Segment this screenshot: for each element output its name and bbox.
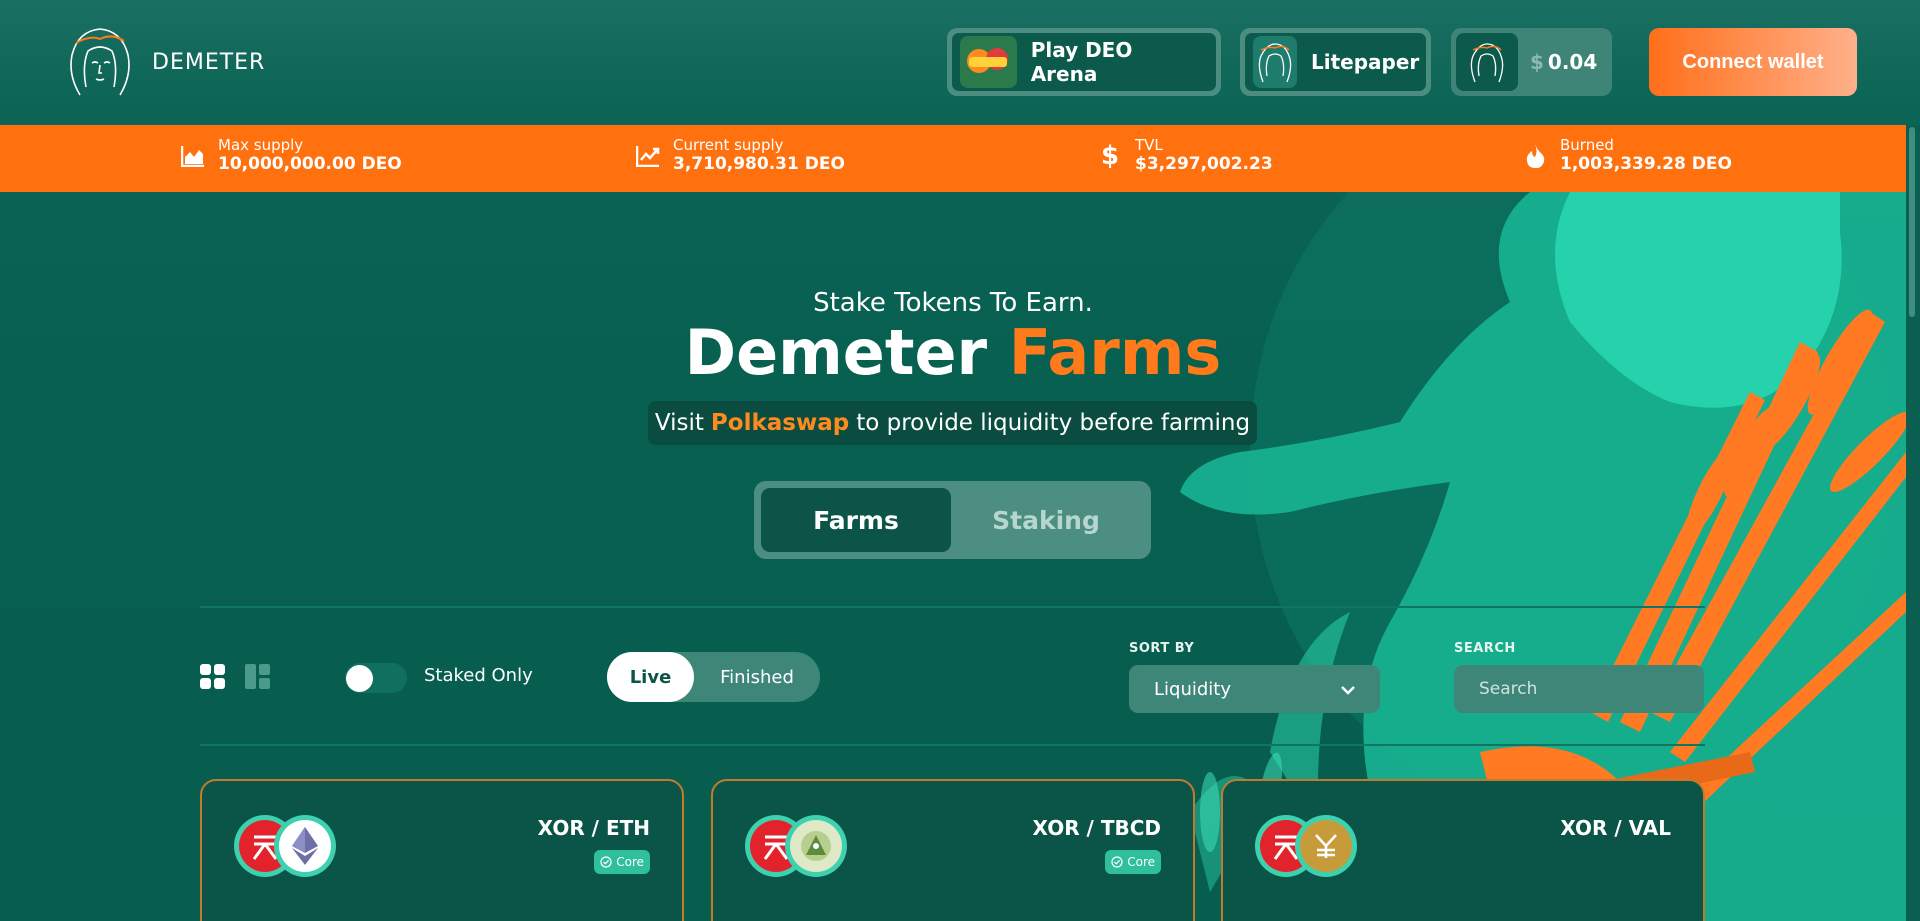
farms-staking-switcher: Farms Staking (754, 481, 1151, 559)
page-title: Demeter Farms (684, 316, 1222, 389)
litepaper-label: Litepaper (1311, 50, 1420, 74)
check-circle-icon (1111, 856, 1123, 868)
divider-bottom (200, 744, 1705, 746)
finished-button[interactable]: Finished (694, 667, 820, 688)
dollar-icon: $ (1100, 140, 1120, 171)
deo-price: $0.04 (1530, 50, 1598, 74)
stat-burned: Burned 1,003,339.28 DEO (1522, 137, 1732, 174)
stat-current-supply: Current supply 3,710,980.31 DEO (635, 137, 845, 174)
pair-name: XOR / ETH (537, 816, 650, 840)
deo-arena-icon (960, 36, 1017, 88)
core-badge: Core (594, 850, 650, 874)
core-badge: Core (1105, 850, 1161, 874)
sort-by-label: SORT BY (1129, 641, 1195, 656)
list-view-icon[interactable] (245, 664, 270, 693)
divider-top (200, 606, 1705, 608)
val-icon (1295, 815, 1357, 877)
farm-card[interactable]: XOR / ETH Core (200, 779, 684, 921)
litepaper-button[interactable]: Litepaper (1240, 28, 1431, 96)
hero-subtitle: Stake Tokens To Earn. (813, 288, 1093, 318)
sort-by-select[interactable]: Liquidity (1129, 665, 1380, 713)
check-circle-icon (600, 856, 612, 868)
token-pair-icons (1255, 815, 1357, 877)
demeter-face-icon (70, 28, 130, 96)
page-scrollbar[interactable] (1906, 125, 1920, 921)
pair-name: XOR / VAL (1560, 816, 1671, 840)
deo-token-icon (1456, 33, 1518, 91)
tab-staking[interactable]: Staking (951, 488, 1141, 552)
chevron-down-icon (1340, 679, 1356, 700)
token-pair-icons (745, 815, 847, 877)
deo-price-box: $0.04 (1451, 28, 1612, 96)
pair-name: XOR / TBCD (1032, 816, 1161, 840)
stat-max-supply: Max supply 10,000,000.00 DEO (180, 137, 402, 174)
brand-logo[interactable]: DEMETER (60, 25, 265, 99)
view-mode-toggle (200, 664, 270, 693)
area-chart-icon (180, 143, 206, 169)
token-stats-bar: Max supply 10,000,000.00 DEO Current sup… (0, 125, 1906, 192)
staked-only-toggle[interactable] (345, 663, 407, 693)
search-input[interactable] (1454, 665, 1704, 713)
live-button[interactable]: Live (607, 652, 694, 702)
scrollbar-thumb[interactable] (1909, 127, 1915, 317)
farm-card[interactable]: XOR / TBCD Core (711, 779, 1195, 921)
tbcd-icon (785, 815, 847, 877)
grid-view-icon[interactable] (200, 664, 225, 693)
live-finished-switch: Live Finished (607, 652, 820, 702)
token-pair-icons (234, 815, 336, 877)
play-deo-arena-label: Play DEO Arena (1030, 38, 1133, 86)
tab-farms[interactable]: Farms (761, 488, 951, 552)
flame-icon (1522, 143, 1548, 169)
polkaswap-link[interactable]: Polkaswap (711, 410, 849, 436)
farm-card[interactable]: XOR / VAL (1221, 779, 1705, 921)
top-header: DEMETER Play DEO Arena Litepaper $0.04 C… (0, 0, 1920, 125)
stat-tvl: $ TVL $3,297,002.23 (1097, 137, 1273, 175)
demeter-face-icon (1253, 36, 1297, 88)
eth-icon (274, 815, 336, 877)
staked-only-label: Staked Only (424, 665, 533, 686)
brand-name: DEMETER (152, 49, 266, 75)
connect-wallet-button[interactable]: Connect wallet (1649, 28, 1857, 96)
search-label: SEARCH (1454, 641, 1516, 656)
play-deo-arena-button[interactable]: Play DEO Arena (947, 28, 1221, 96)
trend-chart-icon (635, 143, 661, 169)
toggle-knob (346, 665, 373, 692)
polkaswap-notice: Visit Polkaswap to provide liquidity bef… (648, 401, 1257, 445)
